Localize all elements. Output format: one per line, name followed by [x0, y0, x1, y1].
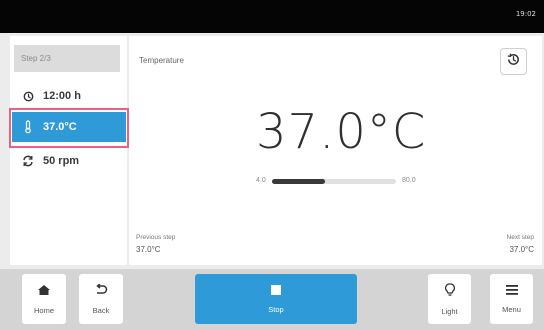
next-step-label: Next step — [506, 234, 534, 241]
next-step-value: 37.0°C — [509, 245, 534, 254]
clock-icon — [20, 91, 36, 102]
previous-step-value: 37.0°C — [136, 245, 161, 254]
step-indicator: Step 2/3 — [14, 45, 120, 72]
stop-button-label: Stop — [268, 304, 284, 314]
menu-icon — [505, 284, 518, 297]
back-button-label: Back — [92, 305, 110, 315]
temperature-range-bar — [272, 179, 396, 184]
sidebar-item-speed[interactable]: 50 rpm — [12, 146, 126, 176]
home-button-label: Home — [33, 305, 54, 315]
sidebar-item-time[interactable]: 12:00 h — [12, 81, 126, 111]
temperature-value: 37.0°C — [256, 104, 427, 160]
sidebar-item-time-label: 12:00 h — [43, 90, 81, 102]
back-arrow-icon — [94, 282, 108, 298]
menu-button-label: Menu — [502, 304, 521, 314]
sidebar-item-speed-label: 50 rpm — [43, 155, 80, 167]
status-bar: 19:02 — [0, 0, 544, 33]
panel-title: Temperature — [139, 56, 184, 65]
stop-button[interactable]: Stop — [195, 274, 357, 324]
status-time: 19:02 — [515, 10, 536, 18]
history-button[interactable] — [500, 48, 527, 75]
home-icon — [37, 284, 51, 298]
previous-step-label: Previous step — [136, 234, 176, 241]
range-min-label: 4.0 — [256, 177, 266, 184]
history-icon — [506, 52, 521, 72]
rotate-icon — [20, 155, 36, 167]
light-button-label: Light — [441, 306, 458, 316]
stop-icon — [271, 284, 281, 297]
light-button[interactable]: Light — [428, 274, 471, 324]
home-button[interactable]: Home — [22, 274, 66, 324]
lightbulb-icon — [444, 282, 455, 299]
temperature-range-fill — [272, 179, 326, 184]
menu-button[interactable]: Menu — [490, 274, 533, 324]
range-max-label: 80.0 — [402, 177, 416, 184]
selection-highlight — [9, 108, 129, 148]
back-button[interactable]: Back — [79, 274, 123, 324]
